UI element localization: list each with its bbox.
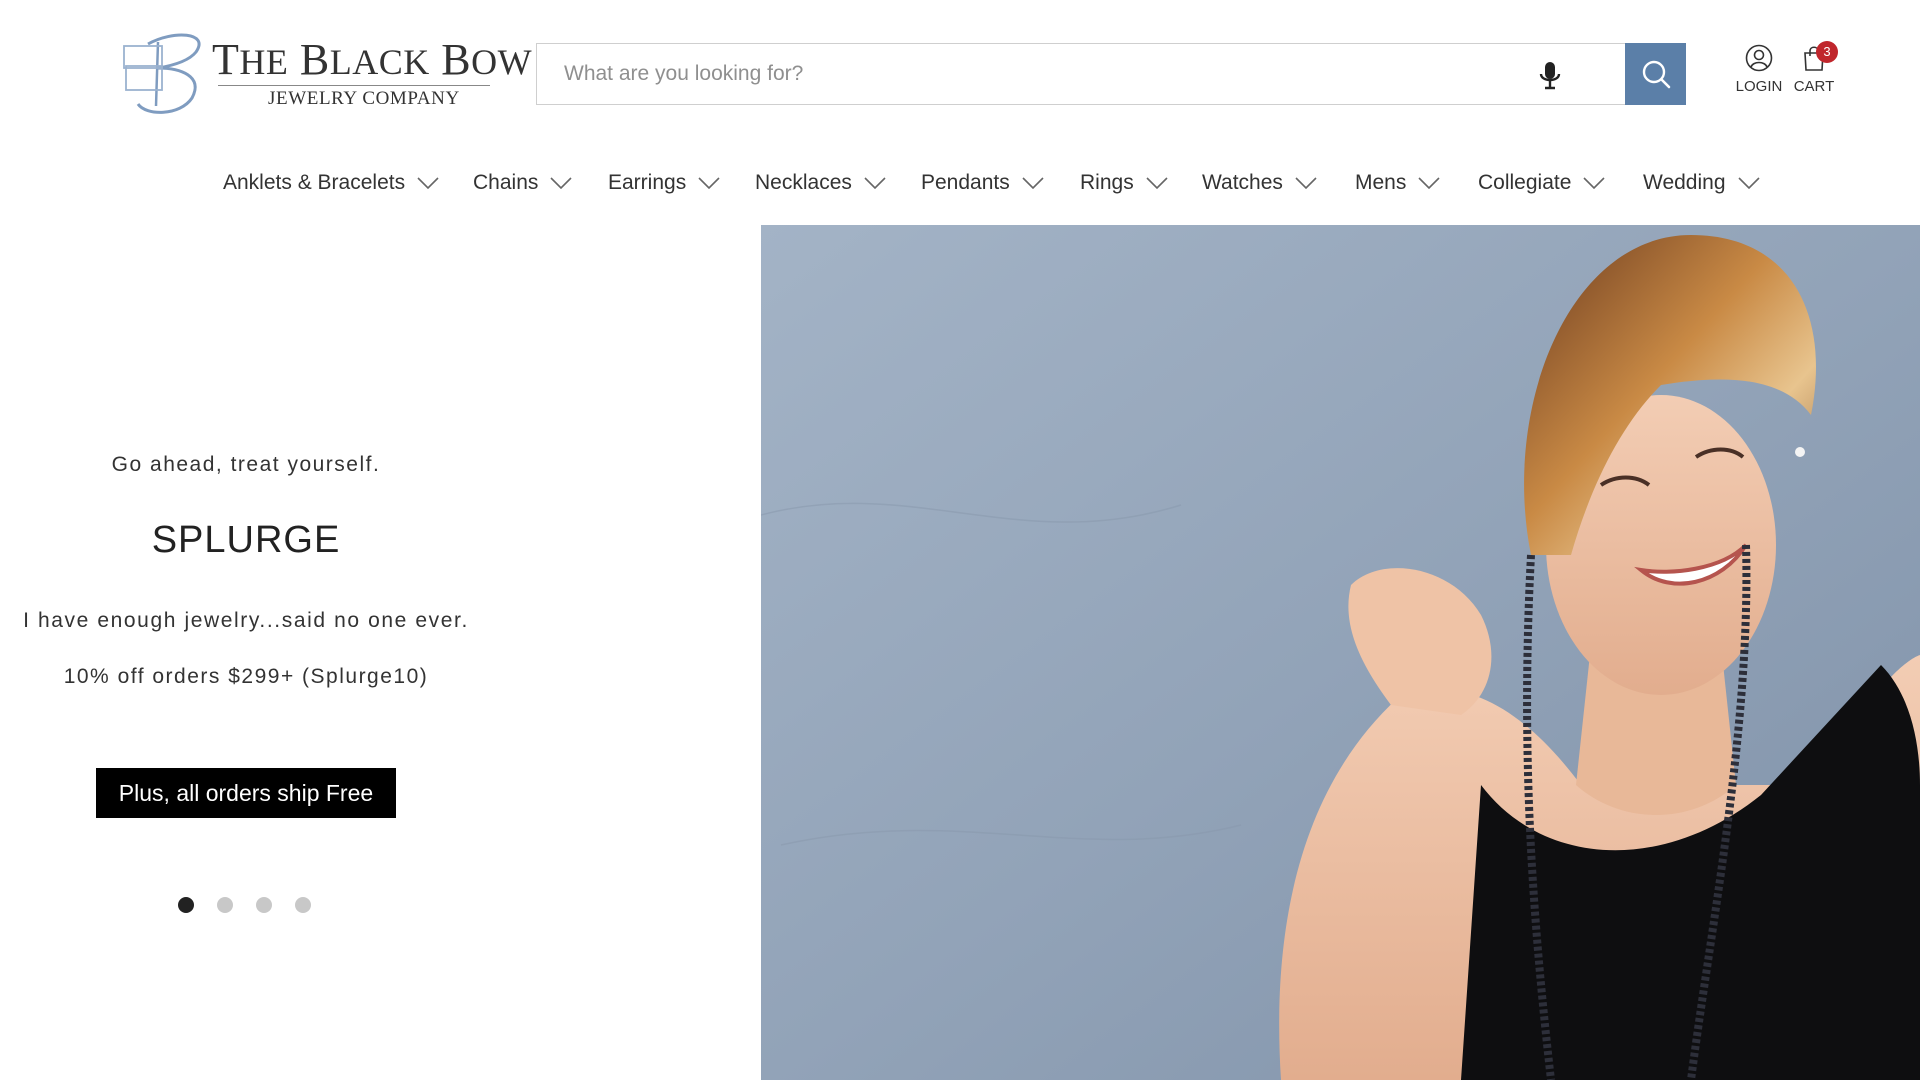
nav-item-chains[interactable]: Chains	[473, 171, 572, 195]
chevron-down-icon	[864, 177, 886, 189]
logo-title: THE BLACK BOW	[212, 35, 533, 84]
logo-subtitle: JEWELRY COMPANY	[268, 88, 460, 109]
nav-item-label: Necklaces	[755, 171, 852, 194]
nav-item-label: Pendants	[921, 171, 1010, 194]
chevron-down-icon	[1737, 177, 1760, 189]
brand-logo[interactable]: THE BLACK BOW JEWELRY COMPANY	[118, 24, 532, 118]
nav-item-watches[interactable]: Watches	[1202, 171, 1317, 195]
cart-label: CART	[1793, 78, 1835, 95]
nav-item-pendants[interactable]: Pendants	[921, 171, 1044, 195]
promo-offer: 10% off orders $299+ (Splurge10)	[63, 665, 429, 688]
nav-item-mens[interactable]: Mens	[1355, 171, 1440, 195]
chevron-down-icon	[550, 177, 572, 189]
nav-item-label: Earrings	[608, 171, 687, 194]
nav-item-label: Mens	[1355, 171, 1407, 194]
nav-item-anklets-bracelets[interactable]: Anklets & Bracelets	[223, 171, 439, 195]
main-nav: Anklets & Bracelets Chains Earrings Neck…	[0, 165, 1920, 207]
login-button[interactable]: LOGIN	[1733, 44, 1785, 95]
hero-banner-image[interactable]	[761, 225, 1920, 1080]
chevron-down-icon	[1295, 177, 1317, 189]
model-photo	[761, 225, 1920, 1080]
chevron-down-icon	[1022, 177, 1044, 189]
nav-item-collegiate[interactable]: Collegiate	[1478, 171, 1605, 195]
search-input[interactable]	[537, 44, 1617, 104]
search-bar	[536, 43, 1686, 105]
chevron-down-icon	[1583, 177, 1605, 189]
promo-body: I have enough jewelry...said no one ever…	[23, 609, 469, 632]
nav-item-label: Rings	[1080, 171, 1134, 194]
carousel-dot-3[interactable]	[256, 897, 272, 913]
cart-count-badge: 3	[1816, 41, 1838, 63]
carousel-pagination	[178, 897, 311, 913]
nav-item-label: Chains	[473, 171, 539, 194]
promo-eyebrow: Go ahead, treat yourself.	[111, 453, 381, 476]
nav-item-label: Watches	[1202, 171, 1283, 194]
user-icon	[1745, 44, 1773, 72]
nav-item-label: Anklets & Bracelets	[223, 171, 406, 194]
login-label: LOGIN	[1735, 78, 1783, 95]
carousel-dot-1[interactable]	[178, 897, 194, 913]
search-icon	[1642, 60, 1670, 89]
cart-button[interactable]: CART 3	[1790, 41, 1838, 95]
site-header: THE BLACK BOW JEWELRY COMPANY LOGIN	[0, 0, 1920, 150]
bow-monogram-icon	[123, 33, 201, 114]
chevron-down-icon	[1146, 177, 1168, 189]
nav-item-necklaces[interactable]: Necklaces	[755, 171, 886, 195]
nav-item-earrings[interactable]: Earrings	[608, 171, 720, 195]
carousel-dot-2[interactable]	[217, 897, 233, 913]
nav-item-label: Wedding	[1643, 171, 1726, 194]
chevron-down-icon	[417, 177, 439, 189]
logo-divider	[218, 85, 490, 86]
chevron-down-icon	[1418, 177, 1440, 189]
promo-headline: SPLURGE	[151, 519, 341, 561]
carousel-dot-4[interactable]	[295, 897, 311, 913]
chevron-down-icon	[698, 177, 720, 189]
nav-item-rings[interactable]: Rings	[1080, 171, 1168, 195]
nav-item-wedding[interactable]: Wedding	[1643, 171, 1760, 195]
free-shipping-button[interactable]: Plus, all orders ship Free	[96, 768, 396, 818]
hero-promo: Go ahead, treat yourself. SPLURGE I have…	[0, 225, 760, 1080]
microphone-icon[interactable]	[1533, 58, 1567, 92]
search-button[interactable]	[1625, 43, 1686, 105]
nav-item-label: Collegiate	[1478, 171, 1572, 194]
